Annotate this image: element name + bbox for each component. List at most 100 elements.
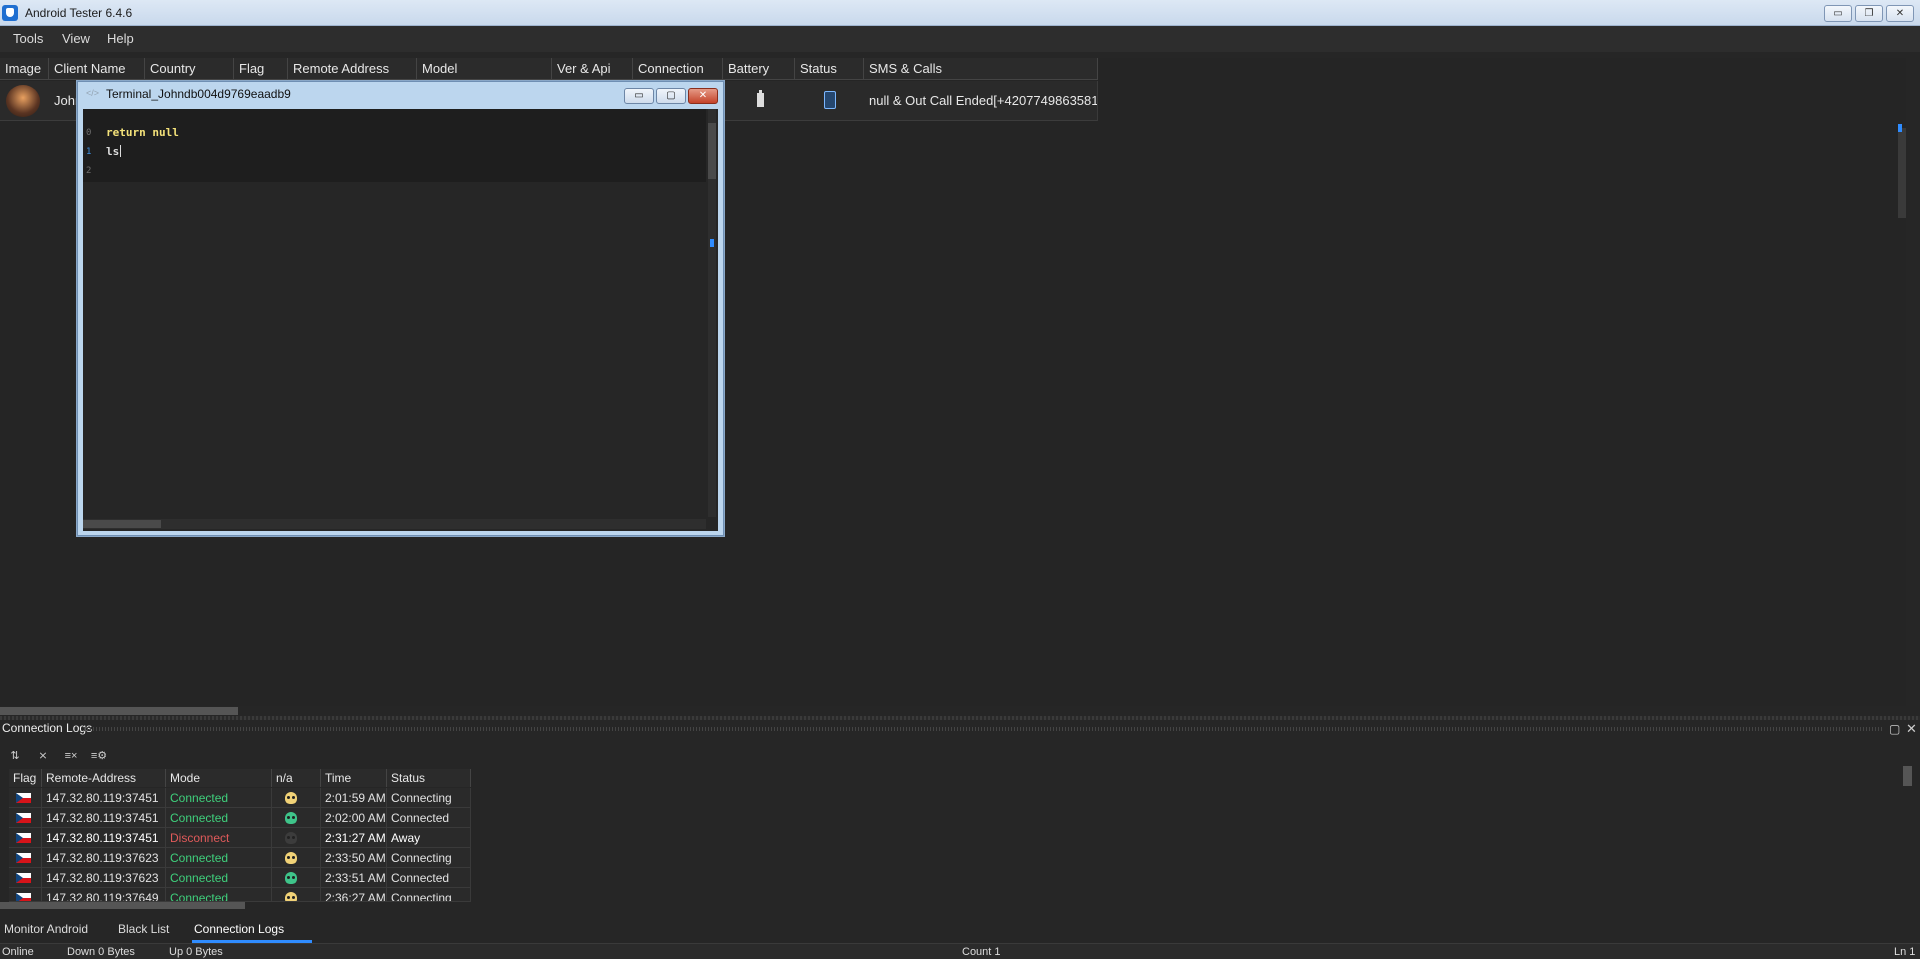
log-col-na[interactable]: n/a [272, 769, 321, 787]
skull-green-icon [285, 872, 297, 884]
grid-vertical-scrollbar[interactable] [1898, 124, 1906, 218]
terminal-vertical-scrollbar[interactable] [708, 109, 716, 517]
log-address: 147.32.80.119:37451 [42, 788, 166, 808]
log-time: 2:33:50 AM [321, 848, 387, 868]
terminal-vscroll-thumb[interactable] [708, 123, 716, 179]
terminal-hscroll-thumb[interactable] [83, 520, 161, 528]
skull-green-icon [285, 812, 297, 824]
col-model[interactable]: Model [417, 58, 552, 80]
log-row[interactable]: 147.32.80.119:37623 Connected 2:33:50 AM… [9, 848, 471, 868]
status-up: Up 0 Bytes [169, 946, 223, 958]
logs-horizontal-scrollbar[interactable] [0, 902, 245, 909]
col-status[interactable]: Status [795, 58, 864, 80]
status-bar: Online Down 0 Bytes Up 0 Bytes Count 1 L… [0, 943, 1920, 959]
terminal-minimize-button[interactable]: ▭ [624, 88, 654, 104]
log-status: Connecting [387, 788, 471, 808]
panel-grip[interactable] [84, 727, 1884, 731]
close-button[interactable]: ✕ [1886, 5, 1914, 22]
col-country[interactable]: Country [145, 58, 234, 80]
log-mode: Connected [166, 848, 272, 868]
czech-flag-icon [16, 813, 31, 823]
panel-splitter[interactable] [0, 716, 1920, 720]
skull-yellow-icon [285, 792, 297, 804]
log-time: 2:36:27 AM [321, 888, 387, 901]
terminal-close-button[interactable]: ✕ [688, 88, 718, 104]
log-status: Connected [387, 808, 471, 828]
log-icon-cell [272, 788, 321, 808]
log-mode: Connected [166, 888, 272, 901]
settings-icon[interactable]: ≡⚙ [90, 749, 108, 763]
col-connection[interactable]: Connection [633, 58, 723, 80]
menu-help[interactable]: Help [107, 29, 134, 48]
log-row[interactable]: 147.32.80.119:37451 Disconnect 2:31:27 A… [9, 828, 471, 848]
clear-icon[interactable]: ⨯ [34, 749, 52, 763]
col-remote-address[interactable]: Remote Address [288, 58, 417, 80]
col-image[interactable]: Image [0, 58, 49, 80]
tab-connection-logs[interactable]: Connection Logs [194, 922, 284, 936]
log-flag-cell [9, 828, 42, 848]
code-line-current: ls [106, 145, 122, 158]
col-ver-api[interactable]: Ver & Api [552, 58, 633, 80]
col-client-name[interactable]: Client Name [49, 58, 145, 80]
log-address: 147.32.80.119:37649 [42, 888, 166, 901]
menu-tools[interactable]: Tools [13, 29, 43, 48]
title-bar: Android Tester 6.4.6 ▭ ❐ ✕ [0, 0, 1920, 26]
terminal-maximize-button[interactable]: ▢ [656, 88, 686, 104]
tab-monitor-android[interactable]: Monitor Android [4, 922, 88, 936]
log-address: 147.32.80.119:37451 [42, 828, 166, 848]
log-col-mode[interactable]: Mode [166, 769, 272, 787]
terminal-title: Terminal_Johndb004d9769eaadb9 [106, 87, 291, 101]
log-address: 147.32.80.119:37451 [42, 808, 166, 828]
terminal-horizontal-scrollbar[interactable] [83, 519, 706, 529]
col-battery[interactable]: Battery [723, 58, 795, 80]
log-icon-cell [272, 848, 321, 868]
skull-yellow-icon [285, 892, 297, 901]
log-row[interactable]: 147.32.80.119:37451 Connected 2:01:59 AM… [9, 788, 471, 808]
logs-vertical-scrollbar[interactable] [1903, 766, 1912, 786]
line-number: 2 [86, 166, 92, 176]
code-editor[interactable]: 0 return null 1 ls 2 [83, 109, 706, 182]
tab-black-list[interactable]: Black List [118, 922, 169, 936]
log-col-time[interactable]: Time [321, 769, 387, 787]
battery-icon [757, 90, 764, 107]
clients-grid-header: Image Client Name Country Flag Remote Ad… [0, 58, 1098, 80]
phone-status-icon [824, 91, 836, 109]
czech-flag-icon [16, 893, 31, 901]
log-icon-cell [272, 808, 321, 828]
log-status: Connecting [387, 848, 471, 868]
minimize-button[interactable]: ▭ [1824, 5, 1852, 22]
log-flag-cell [9, 808, 42, 828]
log-row[interactable]: 147.32.80.119:37451 Connected 2:02:00 AM… [9, 808, 471, 828]
col-sms-calls[interactable]: SMS & Calls [864, 58, 1098, 80]
panel-close-icon[interactable]: ✕ [1906, 721, 1917, 737]
log-col-flag[interactable]: Flag [9, 769, 42, 787]
log-row[interactable]: 147.32.80.119:37623 Connected 2:33:51 AM… [9, 868, 471, 888]
log-col-remote-address[interactable]: Remote-Address [42, 769, 166, 787]
log-row[interactable]: 147.32.80.119:37649 Connected 2:36:27 AM… [9, 888, 471, 902]
log-flag-cell [9, 868, 42, 888]
log-flag-cell [9, 848, 42, 868]
czech-flag-icon [16, 833, 31, 843]
log-address: 147.32.80.119:37623 [42, 868, 166, 888]
terminal-window-icon: </> [86, 88, 100, 98]
log-status: Connecting [387, 888, 471, 901]
terminal-scroll-marker [710, 239, 714, 247]
terminal-window[interactable]: </> Terminal_Johndb004d9769eaadb9 ▭ ▢ ✕ … [76, 80, 725, 537]
bottom-tabs: Monitor Android Black List Connection Lo… [0, 919, 1920, 941]
menu-view[interactable]: View [62, 29, 90, 48]
czech-flag-icon [16, 853, 31, 863]
log-time: 2:01:59 AM [321, 788, 387, 808]
panel-maximize-icon[interactable]: ▢ [1889, 722, 1900, 736]
window-controls: ▭ ❐ ✕ [1824, 5, 1914, 22]
restore-button[interactable]: ❐ [1855, 5, 1883, 22]
sort-icon[interactable]: ⇅ [6, 749, 24, 763]
status-line: Ln 1 [1894, 946, 1916, 958]
log-time: 2:33:51 AM [321, 868, 387, 888]
line-number: 0 [86, 128, 92, 138]
log-address: 147.32.80.119:37623 [42, 848, 166, 868]
clear-all-icon[interactable]: ≡× [62, 749, 80, 763]
col-flag[interactable]: Flag [234, 58, 288, 80]
client-avatar [6, 85, 40, 117]
grid-horizontal-scrollbar[interactable] [0, 707, 238, 715]
log-col-status[interactable]: Status [387, 769, 471, 787]
